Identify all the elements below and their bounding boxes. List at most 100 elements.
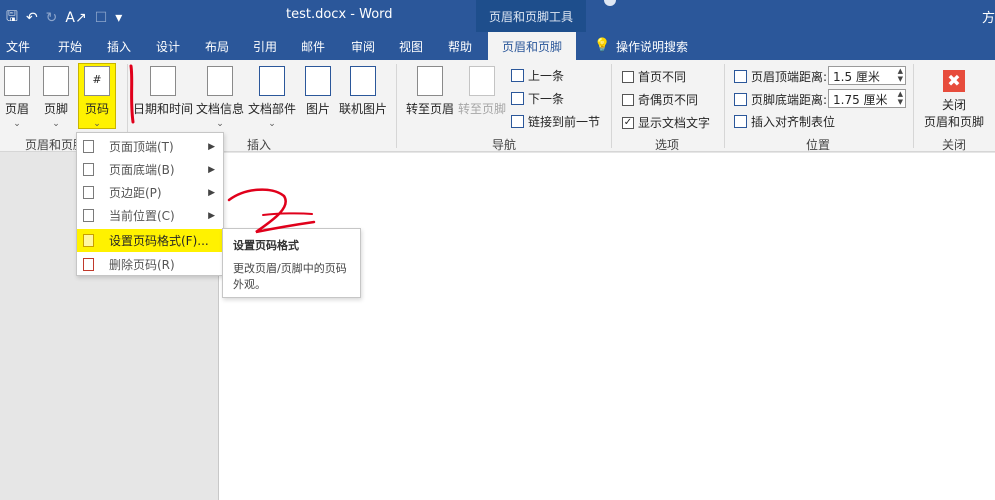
page-margins-icon bbox=[83, 186, 94, 199]
different-odd-even-label: 奇偶页不同 bbox=[638, 93, 699, 107]
chevron-down-icon: ⌄ bbox=[268, 119, 276, 129]
quick-parts-label: 文档部件 bbox=[247, 102, 296, 116]
header-button[interactable]: 页眉 ⌄ bbox=[3, 66, 31, 129]
tab-review[interactable]: 审阅 bbox=[351, 38, 375, 55]
format-page-numbers-icon bbox=[83, 234, 94, 247]
document-page[interactable] bbox=[218, 153, 995, 500]
footer-button[interactable]: 页脚 ⌄ bbox=[41, 66, 71, 129]
user-name[interactable]: 方 bbox=[982, 7, 995, 26]
header-top-spinner[interactable]: 1.5 厘米 ▲ ▼ bbox=[828, 66, 906, 85]
close-icon: ✖ bbox=[943, 70, 965, 92]
page-number-menu: 页面顶端(T) ▶ 页面底端(B) ▶ 页边距(P) ▶ 当前位置(C) ▶ 设… bbox=[76, 132, 224, 276]
menu-item-current-position[interactable]: 当前位置(C) ▶ bbox=[77, 204, 223, 227]
link-icon bbox=[511, 115, 524, 128]
previous-button[interactable]: 上一条 bbox=[511, 67, 564, 84]
group-label-position: 位置 bbox=[806, 138, 831, 152]
link-to-previous-button[interactable]: 链接到前一节 bbox=[511, 113, 600, 130]
online-picture-label: 联机图片 bbox=[338, 102, 387, 116]
chevron-down-icon: ⌄ bbox=[13, 119, 21, 129]
close-label-1: 关闭 bbox=[941, 98, 966, 112]
tab-file[interactable]: 文件 bbox=[6, 38, 30, 55]
tab-mailings[interactable]: 邮件 bbox=[301, 38, 325, 55]
chevron-right-icon: ▶ bbox=[208, 187, 215, 198]
menu-item-label: 删除页码(R) bbox=[109, 258, 175, 272]
spinner-arrows-icon[interactable]: ▲ ▼ bbox=[898, 67, 903, 83]
calendar-clock-icon bbox=[150, 66, 176, 96]
menu-item-bottom-of-page[interactable]: 页面底端(B) ▶ bbox=[77, 158, 223, 181]
date-time-label: 日期和时间 bbox=[133, 102, 194, 116]
tab-view[interactable]: 视图 bbox=[399, 38, 423, 55]
menu-item-top-of-page[interactable]: 页面顶端(T) ▶ bbox=[77, 135, 223, 158]
tooltip-body: 更改页眉/页脚中的页码外观。 bbox=[233, 262, 347, 291]
customize-qat-icon[interactable]: ▾ bbox=[115, 10, 122, 26]
alignment-tab-icon bbox=[734, 115, 747, 128]
footer-bottom-value: 1.75 厘米 bbox=[833, 93, 888, 107]
insert-alignment-tab-button[interactable]: 插入对齐制表位 bbox=[734, 113, 835, 130]
goto-header-button[interactable]: 转至页眉 bbox=[405, 66, 455, 117]
tab-header-footer[interactable]: 页眉和页脚 bbox=[488, 32, 577, 60]
tab-references[interactable]: 引用 bbox=[253, 38, 277, 55]
insert-alignment-tab-label: 插入对齐制表位 bbox=[751, 115, 836, 129]
quick-parts-icon bbox=[259, 66, 285, 96]
undo-icon[interactable]: ↶ bbox=[26, 10, 38, 26]
document-info-button[interactable]: 文档信息 ⌄ bbox=[196, 66, 244, 129]
footer-bottom-distance: 页脚底端距离: bbox=[734, 91, 827, 108]
show-document-text-checkbox[interactable]: ✓ 显示文档文字 bbox=[622, 114, 710, 131]
tab-design[interactable]: 设计 bbox=[156, 38, 180, 55]
checkbox-icon bbox=[622, 93, 634, 106]
date-time-button[interactable]: 日期和时间 bbox=[133, 66, 193, 117]
different-odd-even-checkbox[interactable]: 奇偶页不同 bbox=[622, 91, 698, 108]
save-icon[interactable]: 🖫 bbox=[6, 6, 18, 30]
close-header-footer-button[interactable]: ✖ 关闭 页眉和页脚 bbox=[920, 70, 988, 130]
online-picture-icon bbox=[350, 66, 376, 96]
footer-position-icon bbox=[734, 93, 747, 106]
menu-item-format-page-numbers[interactable]: 设置页码格式(F)... bbox=[77, 229, 223, 252]
tab-help[interactable]: 帮助 bbox=[448, 38, 472, 55]
header-top-label: 页眉顶端距离: bbox=[751, 70, 828, 84]
different-first-page-checkbox[interactable]: 首页不同 bbox=[622, 68, 686, 85]
menu-item-page-margins[interactable]: 页边距(P) ▶ bbox=[77, 181, 223, 204]
tab-insert[interactable]: 插入 bbox=[107, 38, 131, 55]
lightbulb-icon: 💡 bbox=[594, 38, 611, 53]
menu-item-label: 设置页码格式(F)... bbox=[109, 234, 209, 248]
menu-item-remove-page-numbers[interactable]: 删除页码(R) bbox=[77, 253, 223, 276]
document-title: test.docx - Word bbox=[286, 7, 393, 22]
menu-item-label: 页面顶端(T) bbox=[109, 140, 174, 154]
group-label-insert: 插入 bbox=[247, 138, 272, 152]
print-preview-icon[interactable]: ☐ bbox=[95, 10, 108, 26]
chevron-down-icon: ⌄ bbox=[216, 119, 224, 129]
tab-home[interactable]: 开始 bbox=[58, 38, 82, 55]
group-divider bbox=[913, 64, 914, 148]
page-number-label: 页码 bbox=[84, 102, 109, 116]
spinner-arrows-icon[interactable]: ▲ ▼ bbox=[898, 90, 903, 106]
page-number-button[interactable]: # 页码 ⌄ bbox=[80, 66, 114, 129]
redo-icon[interactable]: ↻ bbox=[46, 10, 58, 26]
picture-icon bbox=[305, 66, 331, 96]
footer-bottom-label: 页脚底端距离: bbox=[751, 93, 828, 107]
format-painter-icon[interactable]: A↗ bbox=[65, 10, 86, 26]
header-label: 页眉 bbox=[4, 102, 29, 116]
goto-footer-button[interactable]: 转至页脚 bbox=[457, 66, 507, 117]
title-bar: 🖫 ↶ ↻ A↗ ☐ ▾ test.docx - Word 页眉和页脚工具 方 bbox=[0, 0, 995, 32]
tooltip: 设置页码格式 更改页眉/页脚中的页码外观。 bbox=[222, 228, 361, 298]
quick-parts-button[interactable]: 文档部件 ⌄ bbox=[247, 66, 297, 129]
quick-access-toolbar: 🖫 ↶ ↻ A↗ ☐ ▾ bbox=[6, 6, 122, 30]
cursor-indicator bbox=[604, 0, 616, 6]
picture-label: 图片 bbox=[305, 102, 330, 116]
document-info-label: 文档信息 bbox=[196, 102, 245, 116]
online-picture-button[interactable]: 联机图片 bbox=[338, 66, 388, 117]
group-label-options: 选项 bbox=[655, 138, 680, 152]
chevron-right-icon: ▶ bbox=[208, 210, 215, 221]
picture-button[interactable]: 图片 bbox=[303, 66, 333, 117]
footer-label: 页脚 bbox=[43, 102, 68, 116]
next-button[interactable]: 下一条 bbox=[511, 90, 564, 107]
page-number-icon: # bbox=[84, 66, 110, 96]
remove-page-numbers-icon bbox=[83, 258, 94, 271]
top-of-page-icon bbox=[83, 140, 94, 153]
footer-bottom-spinner[interactable]: 1.75 厘米 ▲ ▼ bbox=[828, 89, 906, 108]
different-first-page-label: 首页不同 bbox=[638, 70, 687, 84]
checkmark-icon: ✓ bbox=[622, 116, 634, 129]
tab-layout[interactable]: 布局 bbox=[205, 38, 229, 55]
tell-me-search[interactable]: 操作说明搜索 bbox=[616, 38, 688, 55]
link-to-previous-label: 链接到前一节 bbox=[528, 115, 601, 129]
